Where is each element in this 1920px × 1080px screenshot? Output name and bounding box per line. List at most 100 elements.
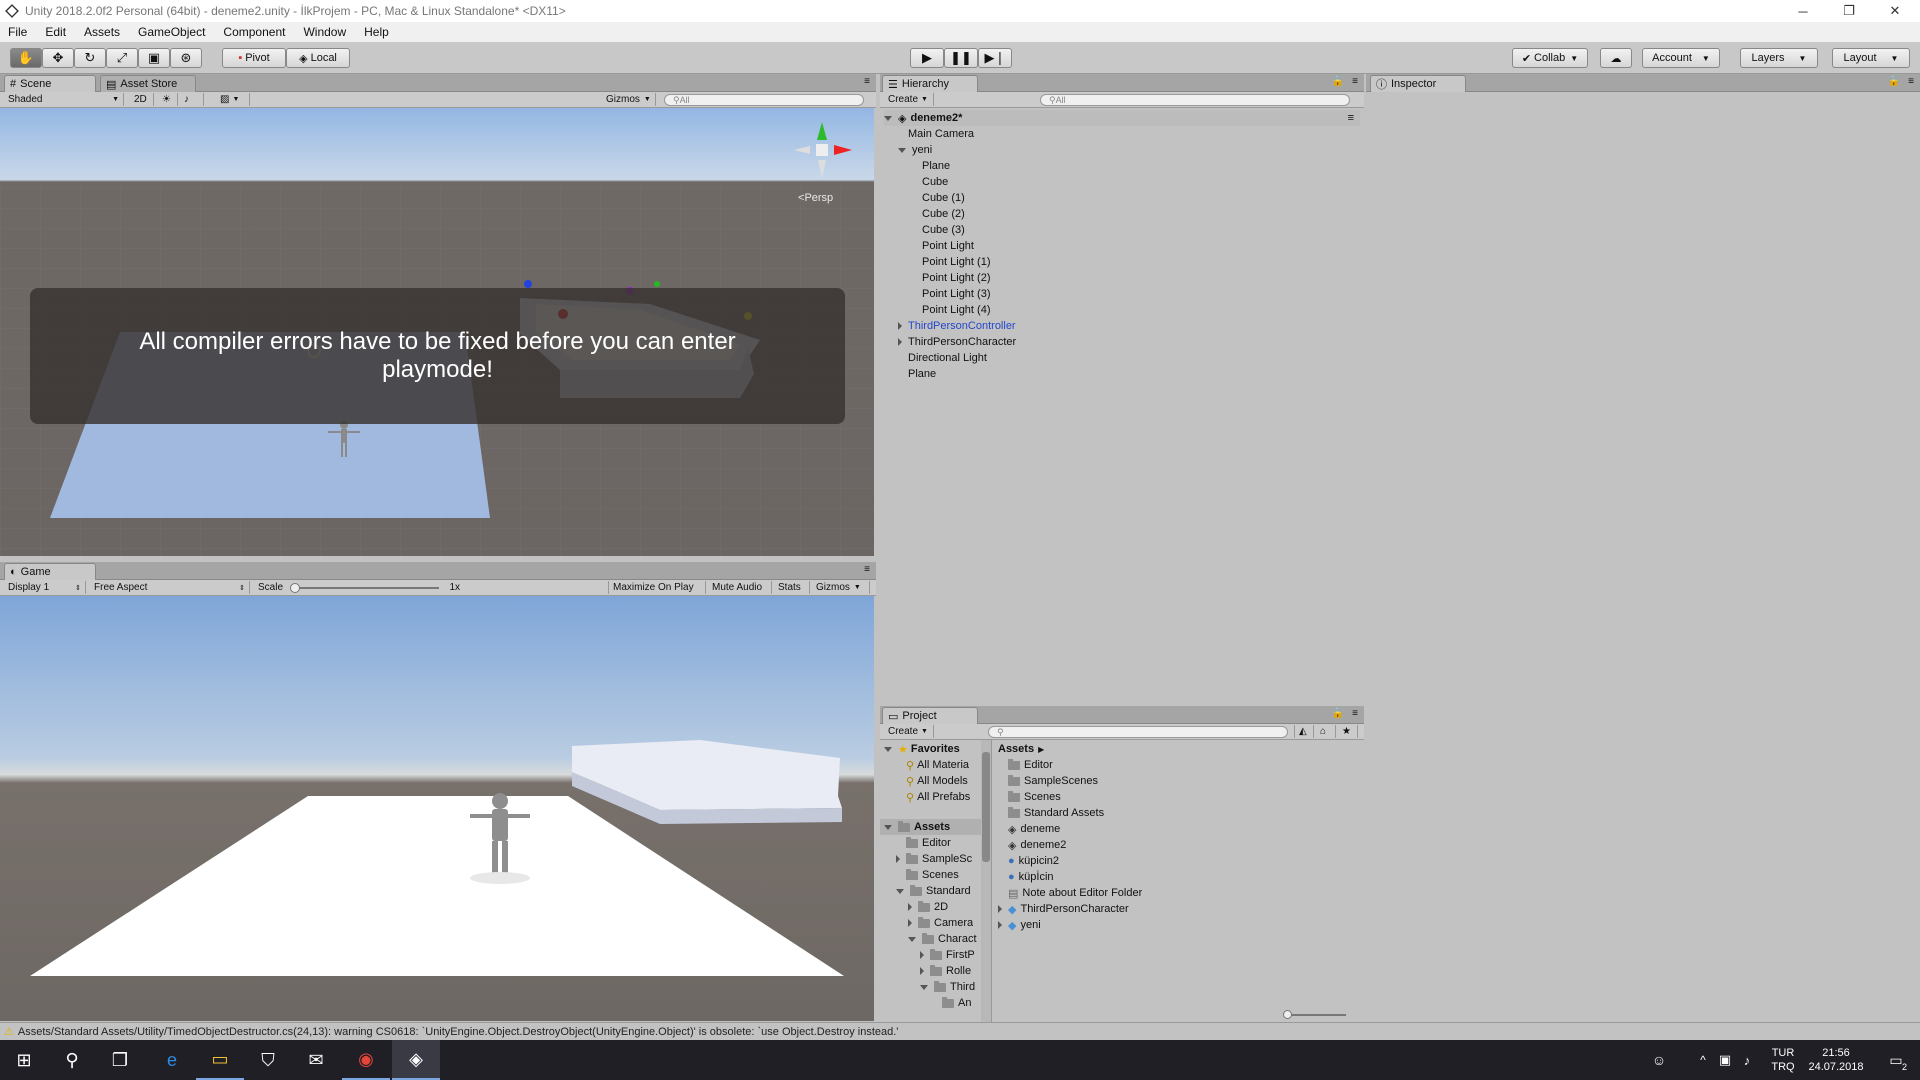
tree-scrollbar-thumb[interactable] [982,752,990,862]
asset-item[interactable]: ◈ deneme2 [1008,837,1066,853]
scene-search-input[interactable]: ⚲All [664,94,864,106]
filter-label-button[interactable]: ⌂ [1316,725,1336,738]
tab-game[interactable]: ◐ Game [4,563,96,580]
expand-arrow-icon[interactable] [898,322,902,330]
people-button[interactable]: ☺ [1644,1040,1674,1080]
store-app[interactable]: ⛉ [244,1040,292,1080]
hierarchy-item[interactable]: Point Light (3) [912,286,990,302]
asset-item[interactable]: Editor [1008,757,1053,773]
stats-toggle[interactable]: Stats [774,581,810,594]
2d-toggle[interactable]: 2D [130,93,154,106]
project-search-input[interactable]: ⚲ [988,726,1288,738]
project-create-button[interactable]: Create ▼ [884,725,934,738]
display-dropdown[interactable]: Display 1 ⇕ [4,581,86,594]
layout-dropdown[interactable]: Layout ▼ [1832,48,1910,68]
hierarchy-item[interactable]: ThirdPersonController [898,318,1016,334]
lock-icon[interactable]: 🔒 [1332,76,1344,87]
expand-arrow-icon[interactable] [920,984,928,990]
row-menu-icon[interactable]: ≡ [1348,112,1354,124]
folder-tree-item[interactable]: 2D [908,899,948,915]
expand-arrow-icon[interactable] [896,855,900,863]
menu-edit[interactable]: Edit [45,25,66,39]
scene-root-row[interactable]: ◈ deneme2* ≡ [884,110,1360,126]
menu-component[interactable]: Component [223,25,285,39]
menu-help[interactable]: Help [364,25,389,39]
hierarchy-item[interactable]: Cube (1) [912,190,965,206]
local-toggle[interactable]: ◈ Local [286,48,350,68]
start-button[interactable]: ⊞ [0,1040,48,1080]
folder-tree-item[interactable]: Editor [896,835,951,851]
asset-item[interactable]: ◆ yeni [998,917,1041,933]
tray-expand-button[interactable]: ^ [1692,1040,1714,1080]
lighting-toggle[interactable]: ☀ [158,93,178,106]
hierarchy-item[interactable]: Main Camera [898,126,974,142]
asset-item[interactable]: ◆ ThirdPersonCharacter [998,901,1129,917]
task-view-button[interactable]: ❐ [96,1040,144,1080]
favorite-item[interactable]: ⚲ All Prefabs [906,789,970,805]
step-button[interactable]: ▶❘ [978,48,1012,68]
expand-arrow-icon[interactable] [920,967,924,975]
cloud-button[interactable]: ☁ [1600,48,1632,68]
hierarchy-item[interactable]: Cube [912,174,948,190]
asset-item[interactable]: ● küpİcin [1008,869,1054,885]
expand-arrow-icon[interactable] [998,905,1002,913]
menu-window[interactable]: Window [303,25,346,39]
clock[interactable]: 21:56 24.07.2018 [1804,1046,1868,1074]
orientation-gizmo[interactable] [790,118,854,182]
filter-type-button[interactable]: ◭ [1294,725,1314,738]
game-viewport[interactable] [0,596,874,1021]
favorite-item[interactable]: ⚲ All Materia [906,757,969,773]
transform-tool-button[interactable]: ⊛ [170,48,202,68]
hierarchy-create-button[interactable]: Create ▼ [884,93,934,106]
hierarchy-item[interactable]: yeni [898,142,932,158]
hierarchy-item[interactable]: Plane [912,158,950,174]
expand-arrow-icon[interactable] [884,824,892,830]
network-button[interactable]: ▣ [1714,1040,1736,1080]
persp-label[interactable]: <Persp [798,192,833,204]
mute-audio-toggle[interactable]: Mute Audio [708,581,772,594]
hierarchy-item[interactable]: Point Light (4) [912,302,990,318]
hierarchy-item[interactable]: Cube (3) [912,222,965,238]
scale-tool-button[interactable]: ⤢ [106,48,138,68]
tab-project[interactable]: ▭ Project [882,707,978,724]
menu-assets[interactable]: Assets [84,25,120,39]
shading-mode-dropdown[interactable]: Shaded ▼ [4,93,124,106]
favorite-item[interactable]: ⚲ All Models [906,773,968,789]
audio-toggle[interactable]: ♪ [180,93,204,106]
search-button[interactable]: ⚲ [48,1040,96,1080]
folder-tree-item[interactable]: An [932,995,971,1011]
maximize-on-play-toggle[interactable]: Maximize On Play [608,581,706,594]
panel-menu-icon[interactable]: ≡ [864,564,870,575]
folder-tree-item[interactable]: Camera [908,915,973,931]
folder-tree-item[interactable]: Scenes [896,867,959,883]
icon-size-slider[interactable] [1283,1010,1346,1019]
expand-arrow-icon[interactable] [998,921,1002,929]
asset-item[interactable]: Scenes [1008,789,1061,805]
chrome-app[interactable]: ◉ [342,1040,390,1080]
expand-arrow-icon[interactable] [898,147,906,153]
asset-item[interactable]: ● küpicin2 [1008,853,1059,869]
layers-dropdown[interactable]: Layers ▼ [1740,48,1818,68]
folder-tree-item[interactable]: FirstP [920,947,975,963]
action-center-button[interactable]: ▭ 2 [1872,1040,1920,1080]
unity-app[interactable]: ◈ [392,1040,440,1080]
folder-tree-item[interactable]: Standard [896,883,971,899]
hierarchy-item[interactable]: ThirdPersonCharacter [898,334,1016,350]
play-button[interactable]: ▶ [910,48,944,68]
folder-tree-item[interactable]: Rolle [920,963,971,979]
asset-item[interactable]: ◈ deneme [1008,821,1060,837]
expand-arrow-icon[interactable] [908,936,916,942]
close-button[interactable]: ✕ [1872,0,1918,22]
tab-asset-store[interactable]: ▤ Asset Store [100,75,196,92]
tree-scrollbar[interactable] [981,740,991,1022]
scene-viewport[interactable]: <Persp All compiler errors have to be fi… [0,108,874,556]
pivot-toggle[interactable]: ▪ Pivot [222,48,286,68]
folder-tree-item[interactable]: SampleSc [896,851,972,867]
language-indicator[interactable]: TUR TRQ [1766,1046,1800,1074]
console-status-bar[interactable]: ⚠ Assets/Standard Assets/Utility/TimedOb… [0,1022,1920,1040]
menu-file[interactable]: File [8,25,27,39]
hierarchy-item[interactable]: Point Light (1) [912,254,990,270]
menu-gameobject[interactable]: GameObject [138,25,205,39]
expand-arrow-icon[interactable] [908,903,912,911]
hierarchy-search-input[interactable]: ⚲All [1040,94,1350,106]
